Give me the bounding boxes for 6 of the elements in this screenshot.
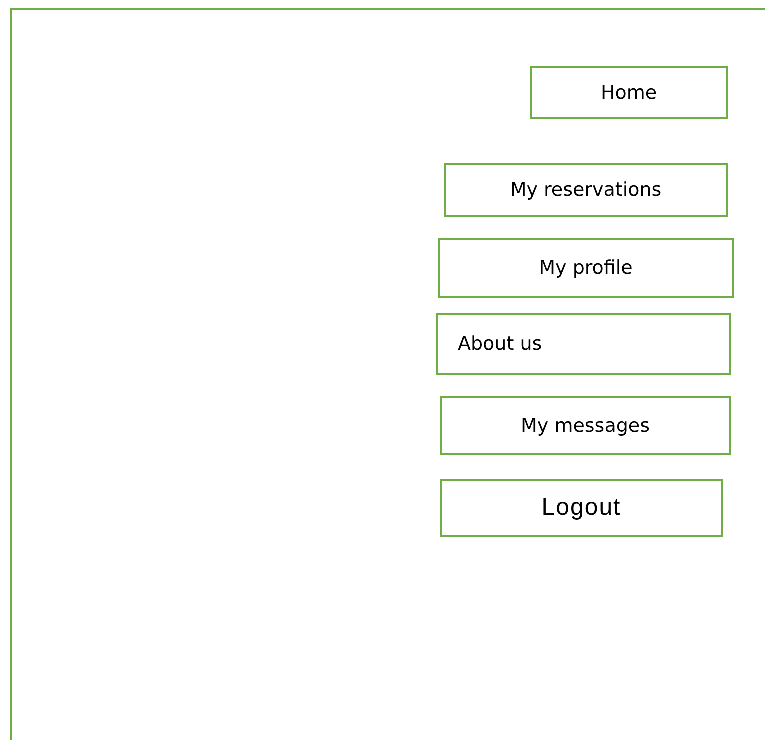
menu-button[interactable]: About us xyxy=(436,313,731,375)
menu-button[interactable]: My reservations xyxy=(444,163,728,217)
menu-button[interactable]: Logout xyxy=(440,479,723,537)
menu-button[interactable]: My profile xyxy=(438,238,734,298)
menu-button[interactable]: My messages xyxy=(440,396,731,455)
menu-button[interactable]: Home xyxy=(530,66,728,119)
